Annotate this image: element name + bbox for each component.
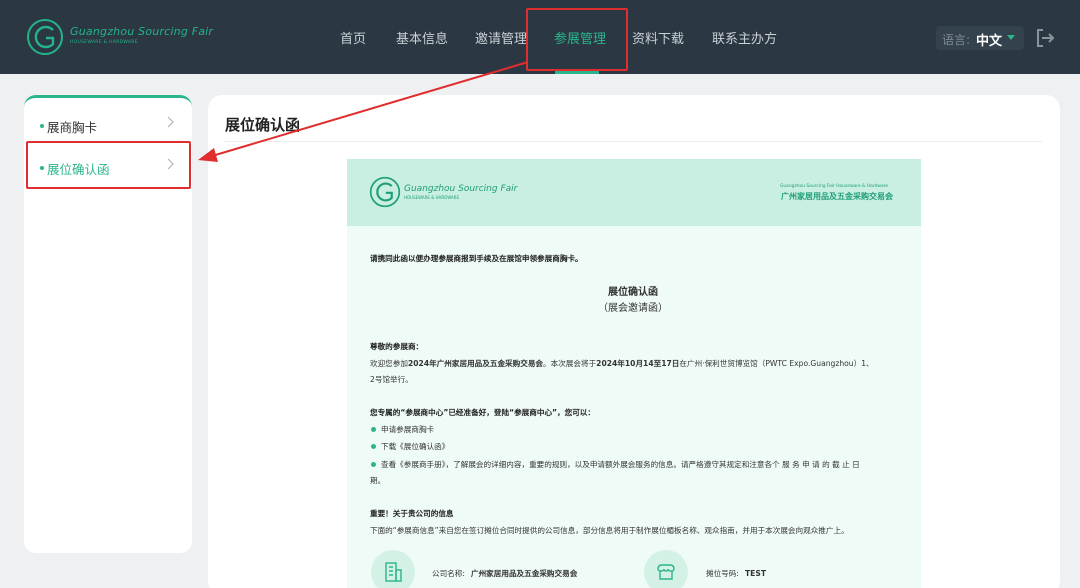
bullet-item: 申请参展商胸卡 bbox=[381, 425, 435, 434]
letter-header-chinese: 广州家居用品及五金采购交易会 bbox=[781, 192, 893, 201]
caret-down-icon[interactable] bbox=[1007, 35, 1015, 40]
bullet-item: 下载《展位确认函》 bbox=[381, 442, 450, 451]
language-label: 语言: bbox=[942, 33, 971, 47]
logo-title: Guangzhou Sourcing Fair bbox=[70, 25, 214, 38]
booth-number-label: 摊位号码: bbox=[706, 569, 739, 578]
letter-logo-title: Guangzhou Sourcing Fair bbox=[404, 184, 518, 194]
letter-notice: 请携同此函以便办理参展商报到手续及在展馆申领参展商胸卡。 bbox=[370, 254, 583, 263]
letter-intro: 欢迎您参加2024年广州家居用品及五金采购交易会。本次展会将于2024年10月1… bbox=[370, 359, 874, 368]
company-info-icon-badge bbox=[371, 550, 415, 588]
building-icon bbox=[385, 562, 402, 582]
center-heading: 您专属的“参展商中心”已经准备好，登陆“参展商中心”，您可以： bbox=[370, 408, 595, 417]
fair-logo[interactable]: Guangzhou Sourcing Fair HOUSEWARE & HARD… bbox=[26, 18, 213, 56]
nav-invitation-management[interactable]: 邀请管理 bbox=[475, 28, 527, 47]
highlight-box-nav bbox=[526, 8, 628, 71]
logout-icon[interactable] bbox=[1034, 27, 1056, 49]
nav-basic-info[interactable]: 基本信息 bbox=[396, 28, 448, 47]
letter-header-english: Guangzhou Sourcing Fair Houseware & Hard… bbox=[780, 184, 889, 189]
bullet-item: 查看《参展商手册》，了解展会的详细内容，重要的规则，以及申请额外展会服务的信息。… bbox=[381, 460, 860, 469]
bullet-item-continued: 期。 bbox=[370, 476, 386, 485]
nav-home[interactable]: 首页 bbox=[340, 28, 366, 47]
letter-logo-subtitle: HOUSEWARE & HARDWARE bbox=[404, 195, 459, 200]
bullet-dot bbox=[40, 124, 44, 128]
sidebar-item-label: 展商胸卡 bbox=[47, 120, 98, 135]
nav-contact-organizer[interactable]: 联系主办方 bbox=[712, 28, 777, 47]
logo-subtitle: HOUSEWARE & HARDWARE bbox=[70, 40, 138, 45]
highlight-box-sidebar bbox=[26, 141, 191, 189]
important-text: 下面的“参展商信息”来自您在签订摊位合同时提供的公司信息，部分信息将用于制作展位… bbox=[370, 526, 849, 535]
bullet-dot bbox=[371, 444, 376, 449]
title-divider bbox=[224, 141, 1042, 142]
sidebar-item-exhibitor-badge[interactable]: 展商胸卡 bbox=[24, 106, 192, 146]
storefront-icon bbox=[657, 564, 675, 580]
letter-subtitle: （展会邀请函） bbox=[598, 303, 668, 314]
company-name-label: 公司名称: bbox=[432, 569, 465, 578]
bullet-dot bbox=[371, 427, 376, 432]
letter-title: 展位确认函 bbox=[608, 287, 658, 298]
letter-greeting: 尊敬的参展商： bbox=[370, 342, 424, 351]
important-heading: 重要！关于贵公司的信息 bbox=[370, 509, 454, 518]
language-value[interactable]: 中文 bbox=[976, 30, 1002, 49]
bullet-dot bbox=[371, 462, 376, 467]
company-name-value: 广州家居用品及五金采购交易会 bbox=[471, 569, 578, 578]
booth-number-value: TEST bbox=[745, 569, 767, 578]
logo-c-icon bbox=[27, 19, 63, 55]
nav-downloads[interactable]: 资料下载 bbox=[632, 28, 684, 47]
logo-c-icon bbox=[369, 176, 401, 208]
page-title: 展位确认函 bbox=[225, 116, 301, 134]
letter-intro-line2: 2号馆举行。 bbox=[370, 375, 413, 384]
chevron-right-icon bbox=[167, 116, 174, 128]
booth-info-icon-badge bbox=[644, 550, 688, 588]
